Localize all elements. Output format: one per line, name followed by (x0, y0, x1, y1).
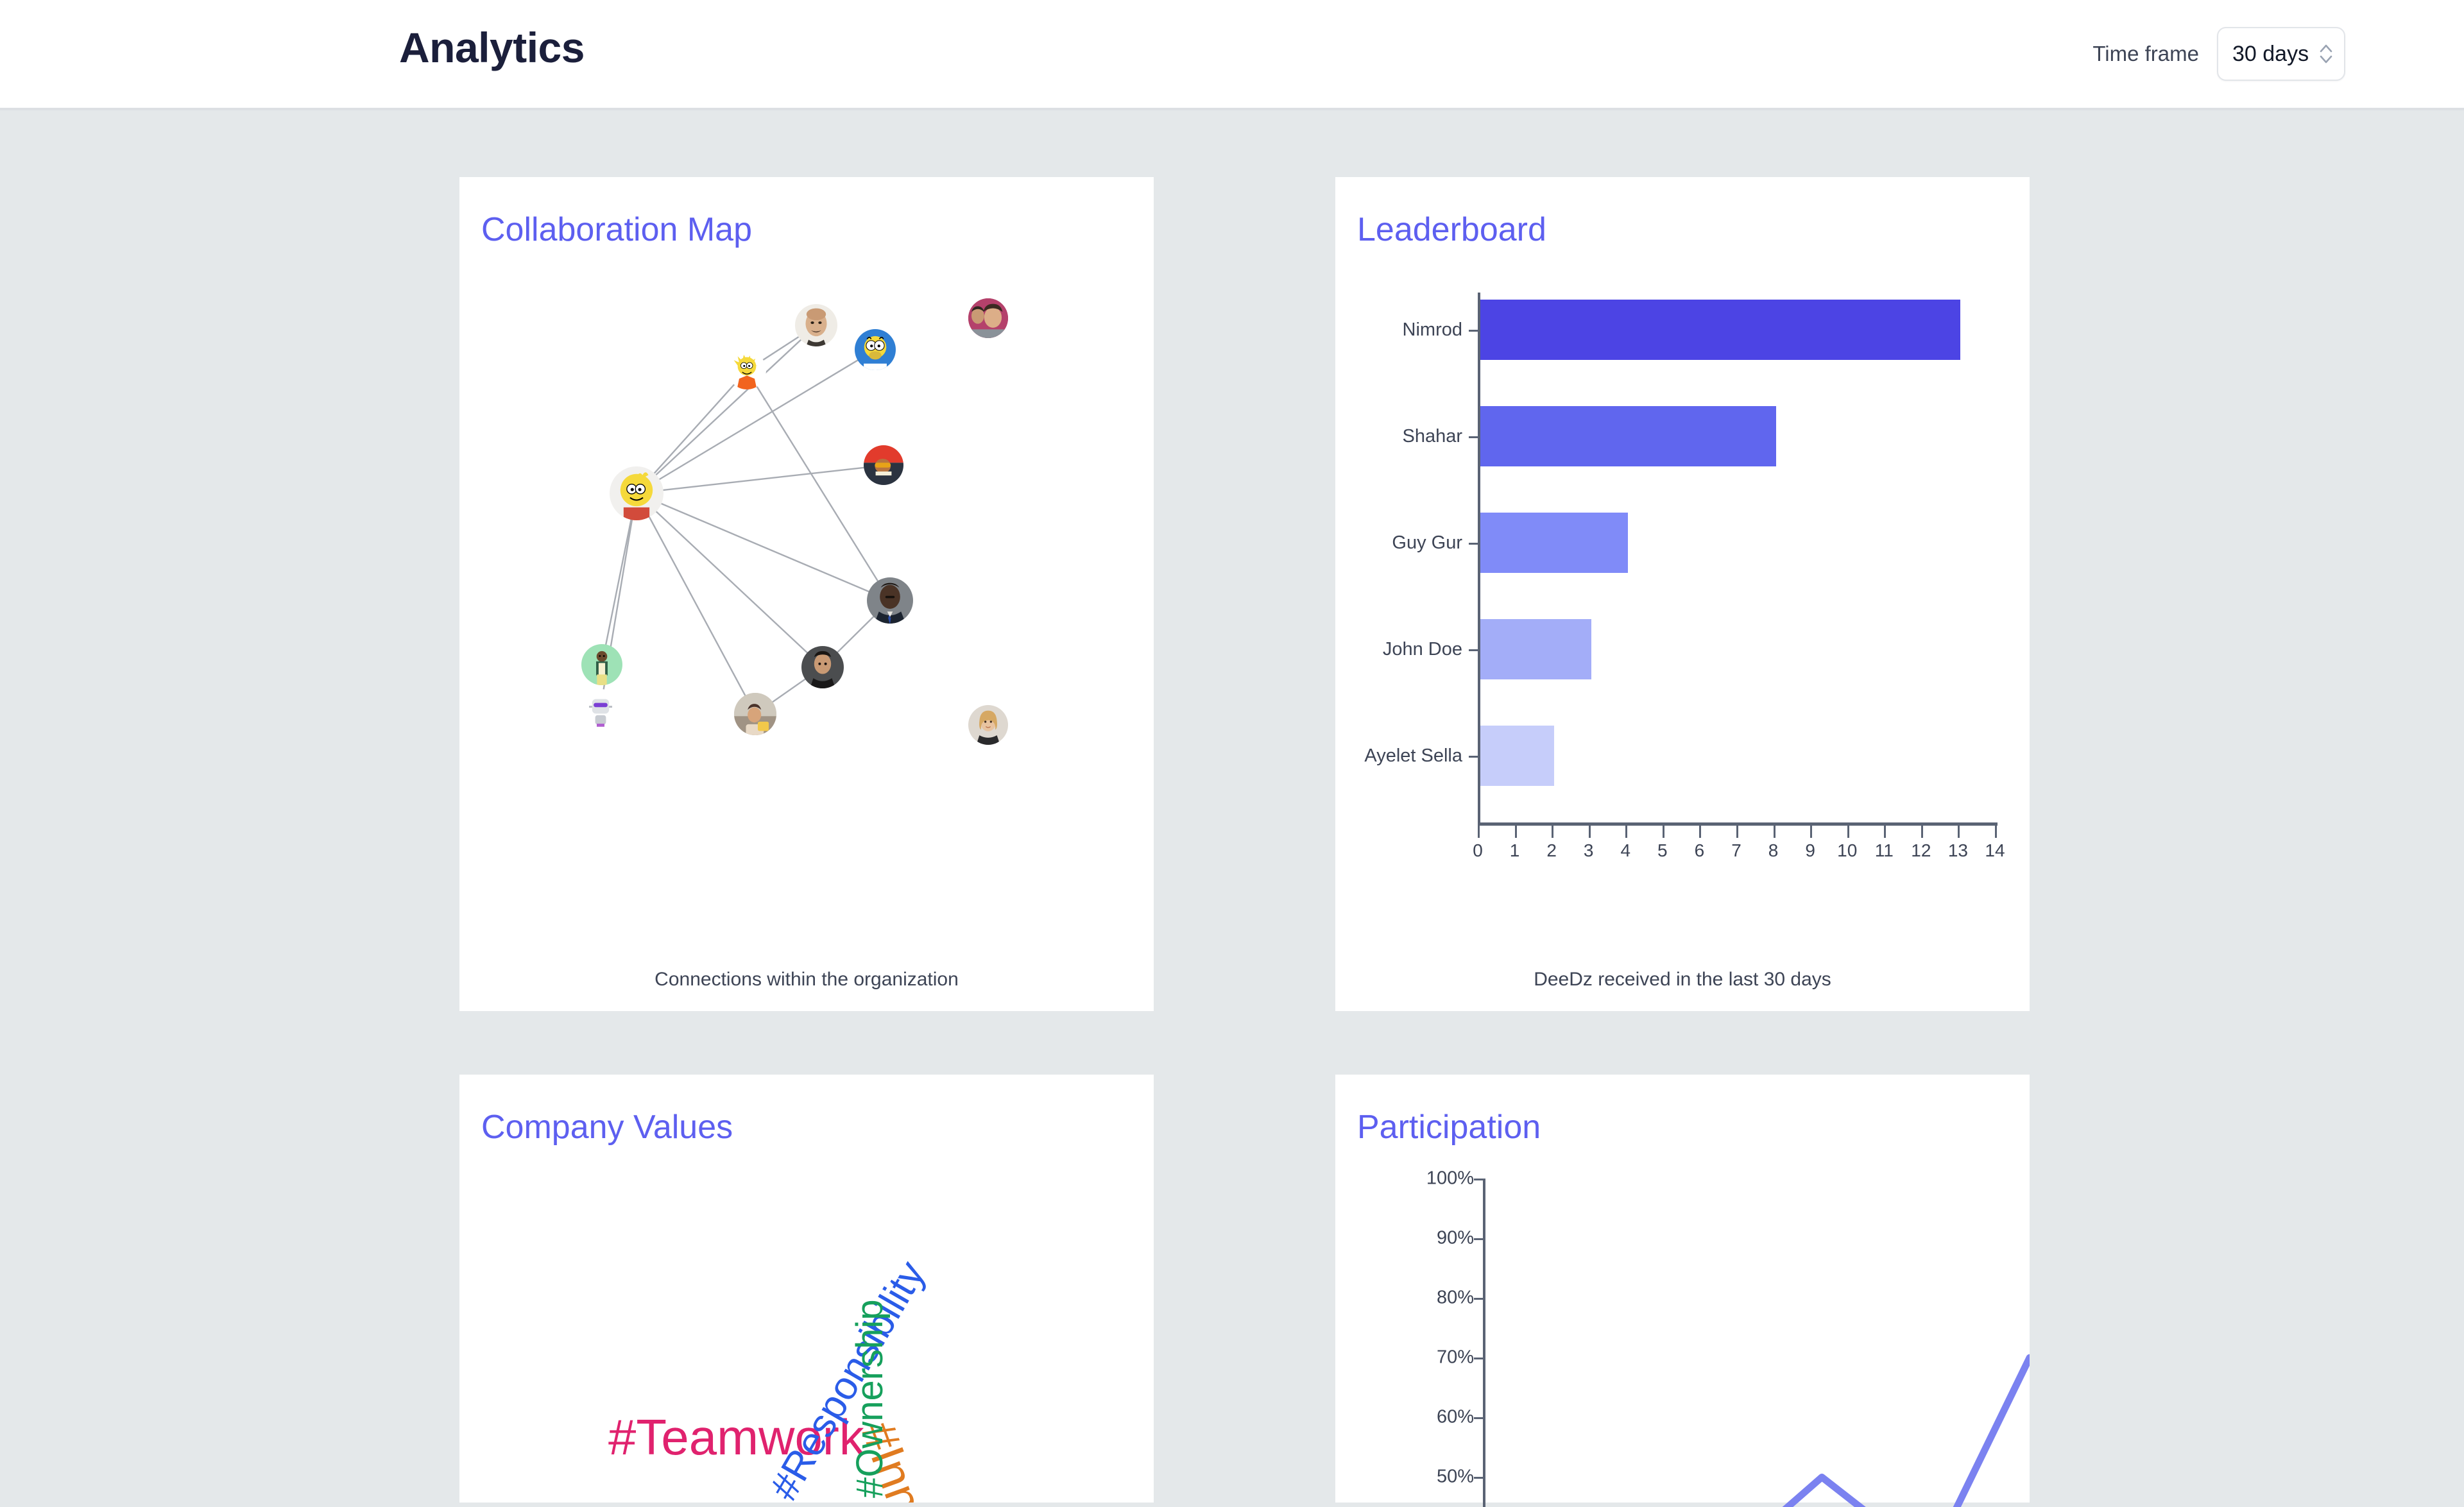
leaderboard-bar[interactable] (1480, 619, 1591, 679)
chevron-up-down-icon[interactable] (2318, 39, 2334, 69)
leaderboard-x-tick-label: 8 (1768, 840, 1779, 861)
leaderboard-bar[interactable] (1480, 300, 1960, 360)
leaderboard-x-tick (1478, 826, 1480, 838)
timeframe-value: 30 days (2232, 42, 2309, 67)
leaderboard-bar[interactable] (1480, 513, 1628, 573)
network-node-avatar[interactable] (728, 351, 766, 389)
page-title: Analytics (399, 23, 585, 72)
company-values-card: Company Values #Teamwork#Innovation#Resp… (459, 1075, 1154, 1503)
network-node-avatar[interactable] (795, 304, 837, 346)
network-node-avatar[interactable] (581, 689, 620, 728)
network-node-avatar[interactable] (968, 298, 1008, 338)
participation-card: Participation 50%60%70%80%90%100% (1335, 1075, 2030, 1503)
leaderboard-bar[interactable] (1480, 726, 1554, 786)
timeframe-control: Time frame 30 days (2092, 27, 2345, 81)
leaderboard-x-tick (1847, 826, 1849, 838)
leaderboard-x-tick (1958, 826, 1960, 838)
network-node-avatar[interactable] (581, 644, 622, 685)
leaderboard-x-tick-label: 9 (1805, 840, 1815, 861)
leaderboard-x-tick-label: 4 (1620, 840, 1630, 861)
wordcloud-word: #Ownership (848, 1300, 891, 1498)
leaderboard-x-tick-label: 6 (1695, 840, 1705, 861)
leaderboard-x-tick-label: 5 (1657, 840, 1668, 861)
leaderboard-bar-chart: Nimrod Shahar Guy Gur John Doe Ayelet Sella 0… (1335, 267, 2030, 960)
leaderboard-x-tick-label: 2 (1546, 840, 1557, 861)
leaderboard-row[interactable] (1480, 406, 1776, 466)
leaderboard-x-tick-label: 10 (1837, 840, 1857, 861)
leaderboard-category-label: Shahar (1335, 406, 1474, 466)
leaderboard-x-tick (1774, 826, 1775, 838)
collaboration-map-title: Collaboration Map (481, 210, 752, 249)
collaboration-network-graph[interactable] (459, 254, 1154, 947)
network-node-avatar[interactable] (610, 466, 663, 520)
leaderboard-x-tick-label: 13 (1948, 840, 1968, 861)
leaderboard-x-tick (1810, 826, 1812, 838)
leaderboard-y-tick (1469, 543, 1479, 545)
leaderboard-x-tick (1736, 826, 1738, 838)
network-node-avatar[interactable] (855, 329, 896, 370)
timeframe-select[interactable]: 30 days (2217, 27, 2345, 81)
network-edges (459, 254, 1154, 947)
leaderboard-x-tick-label: 14 (1985, 840, 2005, 861)
network-node-avatar[interactable] (864, 445, 903, 485)
leaderboard-y-tick (1469, 756, 1479, 758)
leaderboard-x-tick-label: 12 (1911, 840, 1931, 861)
leaderboard-row[interactable] (1480, 619, 1591, 679)
leaderboard-card: Leaderboard Nimrod Shahar Guy Gur John Doe A… (1335, 177, 2030, 1011)
participation-line-chart: 50%60%70%80%90%100% (1335, 1164, 2030, 1504)
leaderboard-category-label: Ayelet Sella (1335, 726, 1474, 786)
leaderboard-caption: DeeDz received in the last 30 days (1335, 969, 2030, 991)
network-node-avatar[interactable] (801, 646, 844, 688)
leaderboard-y-tick (1469, 436, 1479, 438)
leaderboard-x-tick-label: 7 (1731, 840, 1741, 861)
leaderboard-row[interactable] (1480, 726, 1554, 786)
collaboration-map-card: Collaboration Map (459, 177, 1154, 1011)
network-edge (637, 465, 884, 493)
network-edge (637, 493, 755, 715)
network-node-avatar[interactable] (867, 577, 913, 624)
leaderboard-x-tick (1884, 826, 1886, 838)
collaboration-map-caption: Connections within the organization (459, 969, 1154, 991)
network-node-avatar[interactable] (968, 705, 1008, 745)
leaderboard-x-tick-label: 3 (1584, 840, 1594, 861)
timeframe-label: Time frame (2092, 42, 2199, 66)
leaderboard-category-label: Nimrod (1335, 300, 1474, 360)
leaderboard-title: Leaderboard (1357, 210, 1546, 249)
leaderboard-row[interactable] (1480, 513, 1628, 573)
participation-line (1335, 1164, 2030, 1507)
network-edge (747, 370, 890, 600)
leaderboard-x-tick (1663, 826, 1664, 838)
network-edge (637, 493, 890, 600)
participation-title: Participation (1357, 1108, 1541, 1146)
network-node-avatar[interactable] (734, 693, 776, 735)
leaderboard-bar[interactable] (1480, 406, 1776, 466)
leaderboard-y-tick (1469, 330, 1479, 332)
network-edge (637, 325, 816, 493)
leaderboard-x-tick (1995, 826, 1997, 838)
leaderboard-y-tick (1469, 649, 1479, 651)
network-edge (637, 493, 823, 667)
app-header: Analytics Time frame 30 days (0, 0, 2464, 110)
leaderboard-x-tick (1921, 826, 1923, 838)
leaderboard-x-tick (1699, 826, 1701, 838)
leaderboard-x-tick-label: 0 (1473, 840, 1483, 861)
leaderboard-category-label: John Doe (1335, 619, 1474, 679)
leaderboard-x-tick-label: 11 (1875, 840, 1894, 861)
leaderboard-x-tick (1625, 826, 1627, 838)
leaderboard-row[interactable] (1480, 300, 1960, 360)
leaderboard-x-tick (1552, 826, 1553, 838)
company-values-wordcloud: #Teamwork#Innovation#Responsibility#Owne… (459, 1075, 1154, 1503)
leaderboard-x-tick (1589, 826, 1591, 838)
leaderboard-category-label: Guy Gur (1335, 513, 1474, 573)
leaderboard-x-tick (1515, 826, 1517, 838)
leaderboard-x-tick-label: 1 (1510, 840, 1520, 861)
